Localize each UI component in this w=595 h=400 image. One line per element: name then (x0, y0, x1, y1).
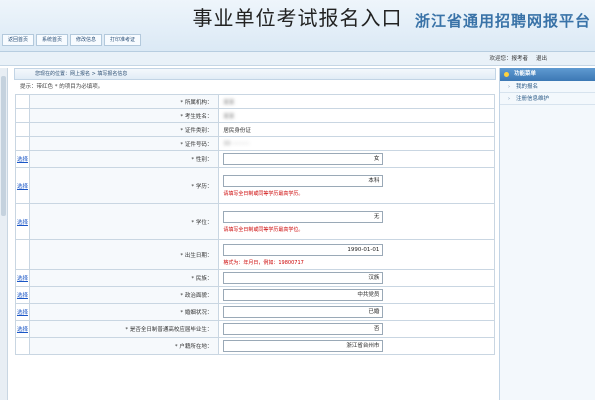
form-row: * 证件号码： 33 ·········· (15, 136, 495, 151)
field-value-cell: 居民身份证 (218, 122, 495, 137)
form-row: 选择 * 婚姻状况： 已婚 (15, 303, 495, 321)
edit-link[interactable]: 选择 (15, 203, 30, 240)
field-value-cell: 已婚 (218, 303, 495, 321)
field-label: * 性别： (28, 150, 220, 168)
field-input[interactable]: 浙江省台州市 (223, 340, 384, 352)
field-value: 居民身份证 (223, 127, 251, 134)
field-input[interactable]: 否 (223, 323, 384, 335)
edit-link[interactable]: 选择 (15, 303, 30, 321)
field-input[interactable]: 中共党员 (223, 289, 384, 301)
form-row: * 考生姓名： 某某 (15, 108, 495, 123)
scroll-thumb[interactable] (1, 76, 6, 216)
field-warning: 请填写全日制或同等学历最高学历。 (223, 190, 304, 197)
field-note: 格式为：年月日，例如：19800717 (223, 259, 304, 266)
field-value-cell: 女 (218, 150, 495, 168)
empty-cell (15, 122, 30, 137)
field-value: 某某 (223, 113, 235, 120)
field-label: * 证件类别： (28, 122, 220, 137)
field-value-cell: 某某 (218, 94, 495, 109)
form-row: 选择 * 性别：女 (15, 150, 495, 168)
tab-system-home[interactable]: 系统首页 (36, 34, 69, 46)
sidebar-head: 功能菜单 (500, 68, 595, 81)
field-value: 33 ·········· (223, 140, 250, 147)
registration-form: * 所属机构： 某某 * 考生姓名： 某某 * 证件类别： 居民身份证 * 证件号码： 33 … (15, 94, 495, 355)
field-warning: 请填写全日制或同等学历最高学位。 (223, 226, 304, 233)
field-label: * 户籍所在地： (28, 337, 220, 355)
field-label: * 出生日期： (28, 239, 220, 270)
field-value-cell: 本科请填写全日制或同等学历最高学历。 (218, 167, 495, 204)
logout-link[interactable]: 退出 (536, 54, 547, 62)
field-value-cell: 汉族 (218, 269, 495, 287)
sidebar-item-account[interactable]: › 注册信息维护 (500, 93, 595, 105)
arrow-icon: › (508, 84, 510, 90)
field-label: * 所属机构： (28, 94, 220, 109)
field-input[interactable]: 汉族 (223, 272, 384, 284)
form-row: * 出生日期： 1990-01-01 格式为：年月日，例如：19800717 (15, 239, 495, 270)
empty-cell (15, 337, 30, 355)
main-content: 您现在的位置：网上报名 > 填写报名信息 提示：带红色 * 的项目为必填项。 *… (14, 68, 496, 400)
field-label: * 考生姓名： (28, 108, 220, 123)
field-value-cell: 否 (218, 320, 495, 338)
edit-link[interactable]: 选择 (15, 167, 30, 204)
empty-cell (15, 239, 30, 270)
arrow-icon: › (508, 96, 510, 102)
tab-print-ticket[interactable]: 打印准考证 (104, 34, 142, 46)
empty-cell (15, 136, 30, 151)
tab-home[interactable]: 返回首页 (2, 34, 35, 46)
form-row: * 证件类别： 居民身份证 (15, 122, 495, 137)
field-value-cell: 无请填写全日制或同等学历最高学位。 (218, 203, 495, 240)
field-value-cell: 浙江省台州市 (218, 337, 495, 355)
app-header: 返回首页 系统首页 修改信息 打印准考证 浙江省通用招聘网报平台 (0, 0, 595, 52)
edit-link[interactable]: 选择 (15, 286, 30, 304)
field-input[interactable]: 已婚 (223, 306, 384, 318)
form-row: * 所属机构： 某某 (15, 94, 495, 109)
form-row: 选择 * 是否全日制普通高校应届毕业生：否 (15, 320, 495, 338)
field-input[interactable]: 本科 (223, 174, 384, 187)
field-value-cell: 33 ·········· (218, 136, 495, 151)
left-scrollbar[interactable] (0, 68, 8, 400)
edit-link[interactable]: 选择 (15, 150, 30, 168)
field-value-cell: 中共党员 (218, 286, 495, 304)
field-label: * 学位： (28, 203, 220, 240)
empty-cell (15, 108, 30, 123)
field-value-cell: 某某 (218, 108, 495, 123)
brand-logo-text: 浙江省通用招聘网报平台 (414, 12, 591, 30)
form-tip: 提示：带红色 * 的项目为必填项。 (20, 84, 104, 90)
field-input[interactable]: 女 (223, 153, 384, 165)
field-value-cell: 1990-01-01 格式为：年月日，例如：19800717 (218, 239, 495, 270)
form-row: * 户籍所在地： 浙江省台州市 (15, 337, 495, 355)
tab-edit-info[interactable]: 修改信息 (70, 34, 103, 46)
field-label: * 政治面貌： (28, 286, 220, 304)
field-label: * 民族： (28, 269, 220, 287)
edit-link[interactable]: 选择 (15, 320, 30, 338)
field-value: 某某 (223, 99, 235, 106)
field-label: * 学历： (28, 167, 220, 204)
form-row: 选择 * 学历： 本科请填写全日制或同等学历最高学历。 (15, 167, 495, 204)
field-label: * 证件号码： (28, 136, 220, 151)
form-row: 选择 * 学位：无请填写全日制或同等学历最高学位。 (15, 203, 495, 240)
form-row: 选择 * 民族： 汉族 (15, 269, 495, 287)
dot-icon (504, 72, 509, 77)
nav-tabs: 返回首页 系统首页 修改信息 打印准考证 (2, 34, 142, 48)
sidebar-item-my-registration[interactable]: › 我的报名 (500, 81, 595, 93)
field-label: * 是否全日制普通高校应届毕业生： (28, 320, 220, 338)
welcome-text: 欢迎您：报考者 (489, 56, 528, 62)
right-sidebar: 功能菜单 › 我的报名 › 注册信息维护 (499, 68, 595, 400)
field-input[interactable]: 无 (223, 210, 384, 223)
empty-cell (15, 94, 30, 109)
form-row: 选择 * 政治面貌： 中共党员 (15, 286, 495, 304)
breadcrumb: 您现在的位置：网上报名 > 填写报名信息 (14, 68, 496, 80)
edit-link[interactable]: 选择 (15, 269, 30, 287)
user-bar: 欢迎您：报考者 退出 (0, 52, 595, 66)
field-label: * 婚姻状况： (28, 303, 220, 321)
user-name: 报考者 (511, 56, 528, 62)
field-input[interactable]: 1990-01-01 (223, 243, 384, 256)
